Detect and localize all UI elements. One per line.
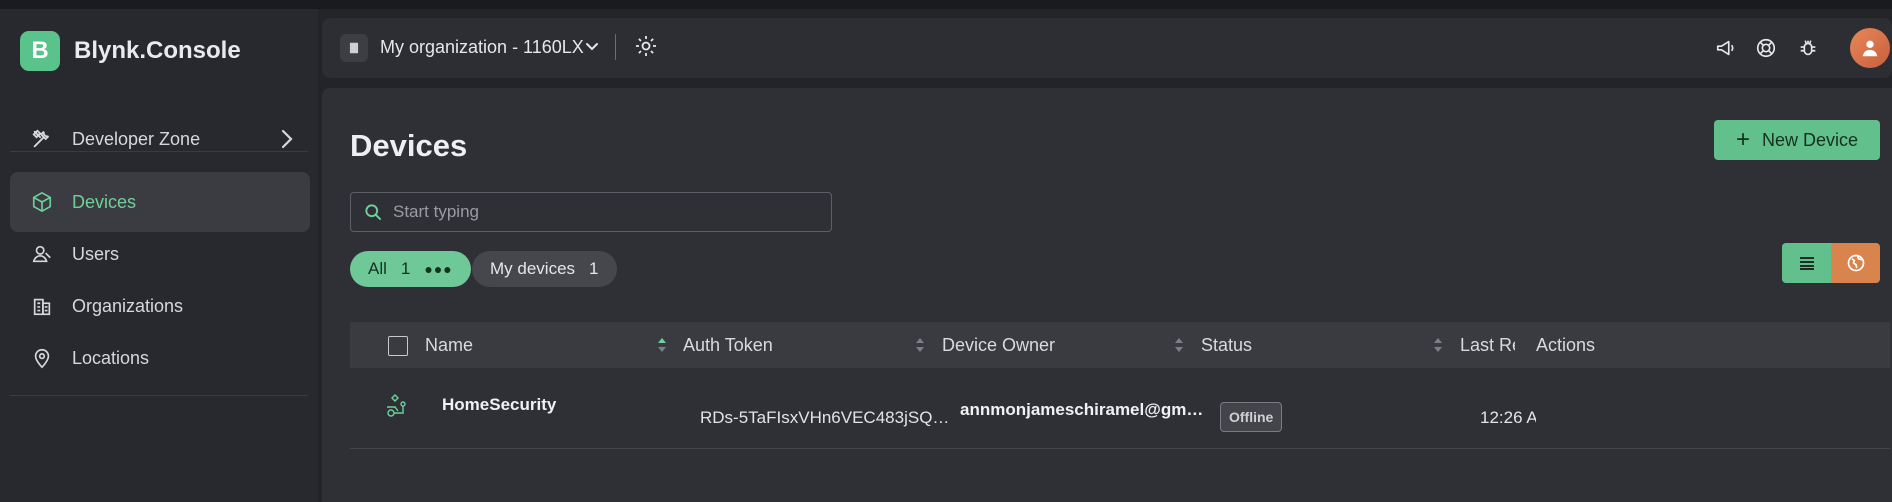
users-icon [28,240,56,268]
megaphone-icon[interactable] [1712,34,1740,62]
column-header-auth-token[interactable]: Auth Token [683,335,773,356]
header-separator [615,34,616,60]
avatar[interactable] [1850,28,1890,68]
building-icon [28,292,56,320]
device-last-reported: 12:26 AI [1480,408,1536,427]
sidebar-item-label: Users [72,243,120,264]
view-toggle [1782,243,1880,283]
new-device-label: New Device [1761,129,1859,150]
tools-icon [28,125,56,153]
plus-icon: + [1735,126,1750,153]
sidebar-item-developer-zone[interactable]: Developer Zone [10,109,308,169]
chevron-down-icon[interactable] [584,39,600,60]
sidebar-item-devices[interactable]: Devices [10,172,310,232]
chip-label: All [368,259,387,278]
sort-icon[interactable] [1432,336,1444,359]
help-lifebuoy-icon[interactable] [1752,34,1780,62]
sidebar-item-label: Organizations [72,295,184,316]
chip-count: 1 [400,259,411,278]
brand[interactable]: B Blynk.Console [20,31,241,71]
new-device-button[interactable]: + New Device [1714,120,1880,160]
sidebar-item-locations[interactable]: Locations [10,328,310,388]
device-auth-token[interactable]: RDs-5TaFIsxVHn6VEC483jSQKw_Jj... [700,408,950,428]
sort-icon[interactable] [914,336,926,359]
more-dots-icon[interactable]: ●●● [424,261,452,277]
search-box [350,192,832,232]
cube-icon [28,188,56,216]
bug-icon[interactable] [1794,34,1822,62]
brand-name: Blynk.Console [74,37,241,64]
status-badge: Offline [1220,402,1283,432]
device-owner: annmonjameschiramel@gmail.co... [960,400,1205,419]
chip-label: My devices [490,259,576,278]
sort-icon[interactable] [1173,336,1185,359]
sidebar-divider [10,395,308,396]
location-pin-icon [28,344,56,372]
sort-icon[interactable] [656,336,668,359]
column-header-last-reported[interactable]: Last Rep [1460,335,1515,356]
column-header-status[interactable]: Status [1201,335,1252,356]
top-header: My organization - 1160LX [322,18,1892,78]
table-header: Name Auth Token Device Owner Status Last… [350,322,1890,368]
device-name[interactable]: HomeSecurity [442,395,556,415]
organization-icon [340,34,368,62]
table-row[interactable]: HomeSecurity RDs-5TaFIsxVHn6VEC483jSQKw_… [350,368,1890,449]
sidebar-item-users[interactable]: Users [10,224,310,284]
select-all-checkbox[interactable] [388,336,408,356]
sidebar-item-label: Devices [72,191,137,212]
filter-chip-all[interactable]: All 1 ●●● [350,251,471,287]
sidebar-item-organizations[interactable]: Organizations [10,276,310,336]
search-icon [363,202,383,222]
map-view-icon[interactable] [1831,243,1880,283]
search-input[interactable] [391,201,815,223]
sidebar-item-label: Developer Zone [72,128,201,149]
filter-chip-my-devices[interactable]: My devices 1 [472,251,617,287]
list-view-icon[interactable] [1782,243,1831,283]
column-header-actions: Actions [1536,335,1596,355]
column-header-name[interactable]: Name [425,335,473,356]
sidebar: B Blynk.Console Developer Zone Devices U… [0,9,318,502]
brand-logo: B [20,31,60,71]
device-template-icon [384,392,410,423]
page-title: Devices [350,128,468,163]
gear-icon[interactable] [634,34,658,63]
organization-selector[interactable]: My organization - 1160LX [380,37,584,58]
column-header-device-owner[interactable]: Device Owner [942,335,1055,356]
window-top-strip [0,0,1892,9]
chip-count: 1 [589,259,599,278]
main-panel: Devices + New Device All 1 ●●● My device… [322,88,1892,502]
sidebar-item-label: Locations [72,347,150,368]
sidebar-divider [10,151,308,152]
